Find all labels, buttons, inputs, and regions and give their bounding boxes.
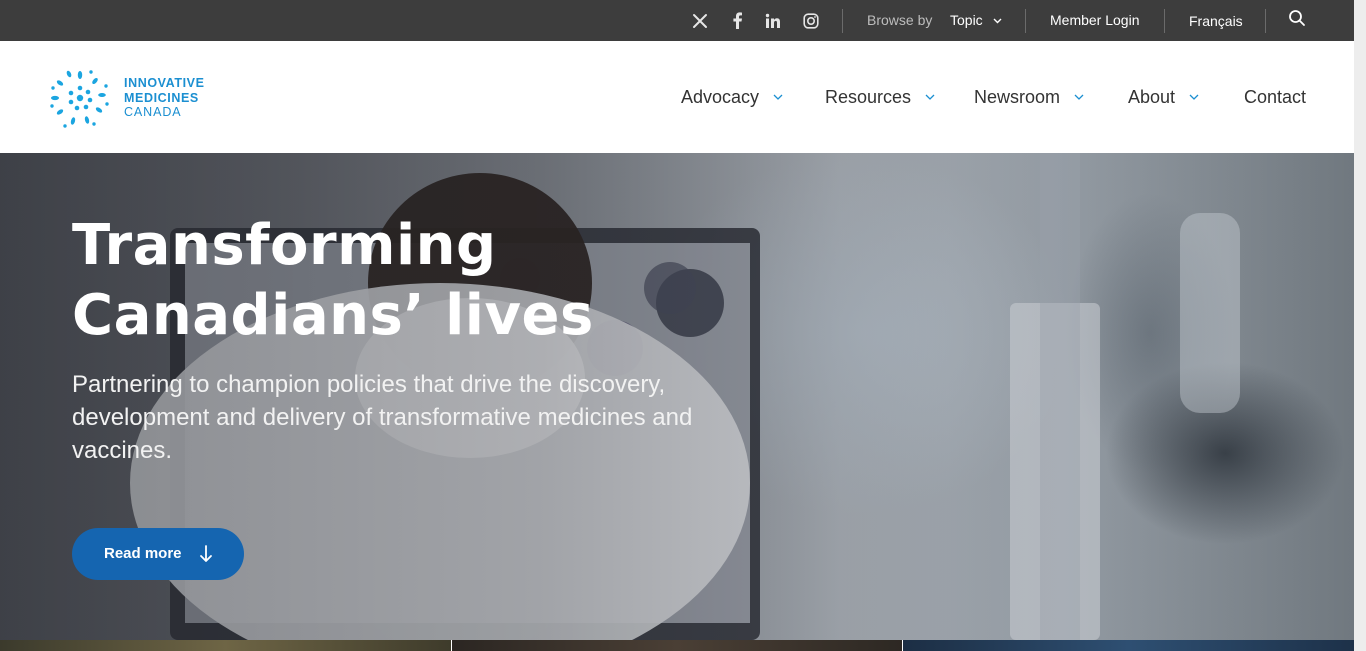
browse-by-label: Browse by: [867, 12, 933, 28]
feature-card-2-image[interactable]: [452, 640, 902, 651]
chevron-down-icon: [773, 94, 783, 101]
language-toggle-link[interactable]: Français: [1189, 13, 1243, 30]
hero-title: Transforming Canadians’ lives: [72, 211, 792, 351]
divider: [842, 9, 843, 33]
nav-about[interactable]: About: [1128, 86, 1199, 108]
chevron-down-icon: [993, 18, 1002, 24]
nav-resources[interactable]: Resources: [825, 86, 935, 108]
logo-burst-icon: [50, 70, 109, 128]
nav-newsroom[interactable]: Newsroom: [974, 86, 1084, 108]
chevron-down-icon: [1074, 94, 1084, 101]
nav-advocacy[interactable]: Advocacy: [681, 86, 783, 108]
hero-title-line-2: Canadians’ lives: [72, 283, 594, 348]
nav-contact-label: Contact: [1244, 87, 1307, 107]
member-login-link[interactable]: Member Login: [1050, 12, 1140, 29]
page-scrollbar[interactable]: [1354, 0, 1366, 651]
chevron-down-icon: [1189, 94, 1199, 101]
hero-subtitle: Partnering to champion policies that dri…: [72, 371, 693, 464]
logo-wordmark: INNOVATIVE MEDICINES CANADA: [124, 76, 205, 120]
x-twitter-icon[interactable]: [688, 0, 712, 41]
divider: [1265, 9, 1266, 33]
main-header: INNOVATIVE MEDICINES CANADA Advocacy Res…: [0, 41, 1354, 153]
logo-line-1: INNOVATIVE: [124, 76, 205, 90]
utility-bar: Browse by Topic Member Login Français: [0, 0, 1354, 41]
instagram-icon[interactable]: [799, 0, 823, 41]
facebook-icon[interactable]: [725, 0, 749, 41]
hero-title-line-1: Transforming: [72, 213, 497, 278]
nav-about-label: About: [1128, 87, 1176, 107]
chevron-down-icon: [925, 94, 935, 101]
logo-line-3: CANADA: [124, 105, 182, 119]
browse-topic-value: Topic: [950, 12, 983, 28]
read-more-button[interactable]: Read more: [72, 528, 244, 580]
hero-banner: Transforming Canadians’ lives Partnering…: [0, 153, 1354, 640]
read-more-label: Read more: [104, 545, 182, 562]
linkedin-icon[interactable]: [761, 0, 785, 41]
nav-resources-label: Resources: [825, 87, 912, 107]
arrow-down-icon: [200, 545, 212, 562]
browse-topic-dropdown[interactable]: Topic: [950, 12, 1002, 29]
divider: [1025, 9, 1026, 33]
logo-line-2: MEDICINES: [124, 90, 199, 105]
nav-advocacy-label: Advocacy: [681, 87, 760, 107]
feature-card-1-image[interactable]: [0, 640, 451, 651]
feature-card-3-image[interactable]: [903, 640, 1354, 651]
search-icon[interactable]: [1288, 9, 1310, 31]
nav-newsroom-label: Newsroom: [974, 87, 1061, 107]
nav-contact[interactable]: Contact: [1244, 86, 1306, 108]
divider: [1164, 9, 1165, 33]
